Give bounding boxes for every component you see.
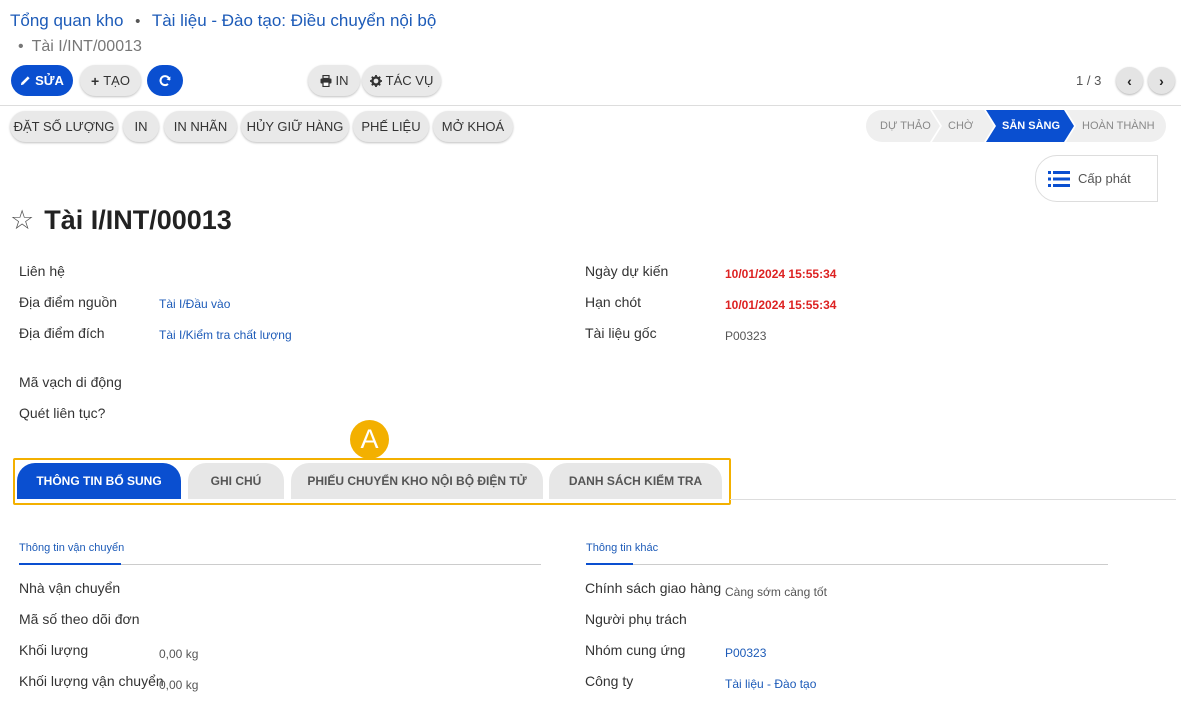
breadcrumb-item-operation[interactable]: Tài liệu - Đào tạo: Điều chuyển nội bộ bbox=[152, 11, 436, 30]
list-icon bbox=[1048, 170, 1070, 187]
shipping-section-title: Thông tin vận chuyển bbox=[19, 542, 125, 554]
allocation-smart-button[interactable]: Cấp phát bbox=[1035, 155, 1158, 202]
company-value[interactable]: Tài liệu - Đào tạo bbox=[725, 677, 816, 691]
contact-label: Liên hệ bbox=[19, 263, 65, 279]
action-button[interactable]: TÁC VỤ bbox=[362, 65, 441, 96]
carrier-label: Nhà vận chuyển bbox=[19, 580, 121, 596]
gear-icon bbox=[369, 74, 382, 87]
delivery-policy-value: Càng sớm càng tốt bbox=[725, 585, 827, 599]
scheduled-date-label: Ngày dự kiến bbox=[585, 263, 669, 279]
tab-notes[interactable]: GHI CHÚ bbox=[188, 463, 284, 499]
tab-underline bbox=[730, 499, 1176, 500]
breadcrumb: Tổng quan kho • Tài liệu - Đào tạo: Điều… bbox=[10, 11, 436, 31]
scrap-button[interactable]: PHẾ LIỆU bbox=[353, 111, 429, 142]
other-section-divider bbox=[586, 563, 1108, 565]
mobile-barcode-label: Mã vạch di động bbox=[19, 374, 122, 390]
header-divider bbox=[0, 105, 1181, 106]
set-quantity-button[interactable]: ĐẶT SỐ LƯỢNG bbox=[10, 111, 118, 142]
source-document-value: P00323 bbox=[725, 329, 767, 343]
breadcrumb-separator: • bbox=[135, 13, 141, 30]
print-button-2[interactable]: IN bbox=[123, 111, 159, 142]
pencil-icon bbox=[20, 76, 30, 86]
breadcrumb-item-overview[interactable]: Tổng quan kho bbox=[10, 11, 123, 30]
weight-value: 0,00 kg bbox=[159, 647, 199, 661]
other-section-title: Thông tin khác bbox=[586, 542, 659, 554]
print-label: IN bbox=[335, 73, 349, 88]
source-location-value[interactable]: Tài I/Đầu vào bbox=[159, 297, 230, 311]
refresh-icon bbox=[159, 74, 171, 86]
action-label: TÁC VỤ bbox=[385, 73, 434, 88]
next-record-button[interactable]: › bbox=[1148, 67, 1175, 94]
tab-checklist[interactable]: DANH SÁCH KIỂM TRA bbox=[549, 463, 722, 499]
status-bar: DỰ THẢO CHỜ SẴN SÀNG HOÀN THÀNH bbox=[866, 110, 1166, 142]
procurement-group-label: Nhóm cung ứng bbox=[585, 642, 686, 658]
annotation-badge: A bbox=[350, 420, 389, 459]
weight-label: Khối lượng bbox=[19, 642, 89, 658]
status-stage-ready[interactable]: SẴN SÀNG bbox=[986, 110, 1074, 142]
source-location-label: Địa điểm nguồn bbox=[19, 294, 118, 310]
scheduled-date-value: 10/01/2024 15:55:34 bbox=[725, 267, 837, 281]
print-label-button[interactable]: IN NHÃN bbox=[164, 111, 237, 142]
procurement-group-value[interactable]: P00323 bbox=[725, 646, 766, 660]
delivery-policy-label: Chính sách giao hàng bbox=[585, 580, 722, 596]
print-button[interactable]: IN bbox=[308, 65, 360, 96]
status-stage-waiting[interactable]: CHỜ bbox=[932, 110, 994, 142]
refresh-button[interactable] bbox=[147, 65, 183, 96]
create-label: TẠO bbox=[103, 73, 130, 88]
unreserve-button[interactable]: HỦY GIỮ HÀNG bbox=[241, 111, 349, 142]
create-button[interactable]: + TẠO bbox=[80, 65, 141, 96]
tab-additional-info[interactable]: THÔNG TIN BỔ SUNG bbox=[17, 463, 181, 499]
plus-icon: + bbox=[91, 72, 100, 89]
destination-location-value[interactable]: Tài I/Kiểm tra chất lượng bbox=[159, 328, 292, 342]
previous-record-button[interactable]: ‹ bbox=[1116, 67, 1143, 94]
breadcrumb-bullet: • bbox=[18, 38, 24, 55]
pager-counter: 1 / 3 bbox=[1076, 73, 1102, 88]
deadline-label: Hạn chót bbox=[585, 294, 642, 310]
destination-location-label: Địa điểm đích bbox=[19, 325, 105, 341]
company-label: Công ty bbox=[585, 673, 634, 689]
record-name: Tài I/INT/00013 bbox=[44, 205, 232, 235]
tab-einvoice-transfer[interactable]: PHIẾU CHUYỂN KHO NỘI BỘ ĐIỆN TỬ bbox=[291, 463, 543, 499]
shipping-weight-value: 0,00 kg bbox=[159, 678, 199, 692]
status-stage-draft[interactable]: DỰ THẢO bbox=[866, 110, 940, 142]
printer-icon bbox=[320, 74, 331, 87]
breadcrumb-current-label: Tài I/INT/00013 bbox=[31, 38, 142, 55]
edit-label: SỬA bbox=[35, 73, 64, 88]
status-stage-done[interactable]: HOÀN THÀNH bbox=[1066, 110, 1166, 142]
shipping-weight-label: Khối lượng vận chuyển bbox=[19, 673, 164, 689]
source-document-label: Tài liệu gốc bbox=[585, 325, 657, 341]
tracking-label: Mã số theo dõi đơn bbox=[19, 611, 140, 627]
chevron-right-icon: › bbox=[1159, 72, 1164, 89]
deadline-value: 10/01/2024 15:55:34 bbox=[725, 298, 837, 312]
breadcrumb-current: • Tài I/INT/00013 bbox=[18, 38, 142, 56]
shipping-section-divider bbox=[19, 563, 541, 565]
edit-button[interactable]: SỬA bbox=[11, 65, 73, 96]
chevron-left-icon: ‹ bbox=[1127, 72, 1132, 89]
record-title: ☆ Tài I/INT/00013 bbox=[10, 205, 232, 236]
unlock-button[interactable]: MỞ KHOÁ bbox=[433, 111, 513, 142]
continuous-scan-label: Quét liên tục? bbox=[19, 405, 106, 421]
star-icon[interactable]: ☆ bbox=[10, 205, 34, 236]
responsible-label: Người phụ trách bbox=[585, 611, 687, 627]
allocation-label: Cấp phát bbox=[1078, 171, 1131, 186]
